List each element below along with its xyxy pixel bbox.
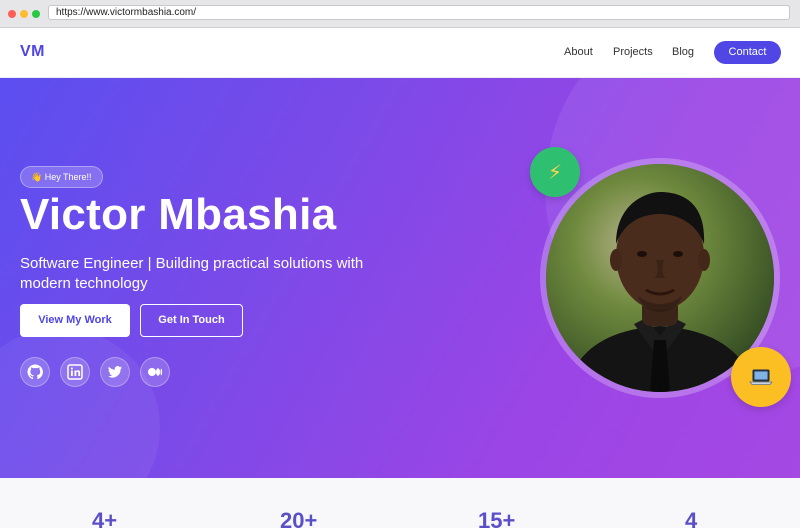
- laptop-icon: [731, 347, 791, 407]
- greeting-badge: 👋 Hey There!!: [20, 166, 103, 188]
- stat-value: 20+: [280, 508, 318, 528]
- site-logo[interactable]: VM: [20, 43, 45, 61]
- hero-section: 👋 Hey There!! Victor Mbashia Software En…: [0, 78, 800, 478]
- nav-link-blog[interactable]: Blog: [672, 46, 694, 58]
- stat-value: 4+: [92, 508, 118, 528]
- minimize-window-button[interactable]: [20, 10, 28, 18]
- nav-link-projects[interactable]: Projects: [613, 46, 653, 58]
- hero-subtitle: Software Engineer | Building practical s…: [20, 255, 364, 292]
- stat-value: 4: [685, 508, 698, 528]
- lightning-icon: ⚡: [530, 147, 580, 197]
- contact-button[interactable]: Contact: [714, 41, 781, 64]
- view-my-work-button[interactable]: View My Work: [20, 304, 130, 337]
- linkedin-icon[interactable]: [60, 357, 90, 387]
- browser-chrome: https://www.victormbashia.com/: [0, 0, 800, 28]
- github-icon[interactable]: [20, 357, 50, 387]
- close-window-button[interactable]: [8, 10, 16, 18]
- get-in-touch-button[interactable]: Get In Touch: [140, 304, 243, 337]
- maximize-window-button[interactable]: [32, 10, 40, 18]
- stat-value: 15+: [478, 508, 516, 528]
- stats-section: 4+ 20+ 15+ 4: [0, 478, 800, 528]
- top-navbar: VM About Projects Blog Contact: [0, 28, 800, 78]
- address-bar[interactable]: https://www.victormbashia.com/: [48, 5, 790, 20]
- twitter-icon[interactable]: [100, 357, 130, 387]
- medium-icon[interactable]: [140, 357, 170, 387]
- hero-title: Victor Mbashia: [20, 190, 337, 239]
- nav-link-about[interactable]: About: [564, 46, 593, 58]
- decorative-circle: [0, 328, 160, 478]
